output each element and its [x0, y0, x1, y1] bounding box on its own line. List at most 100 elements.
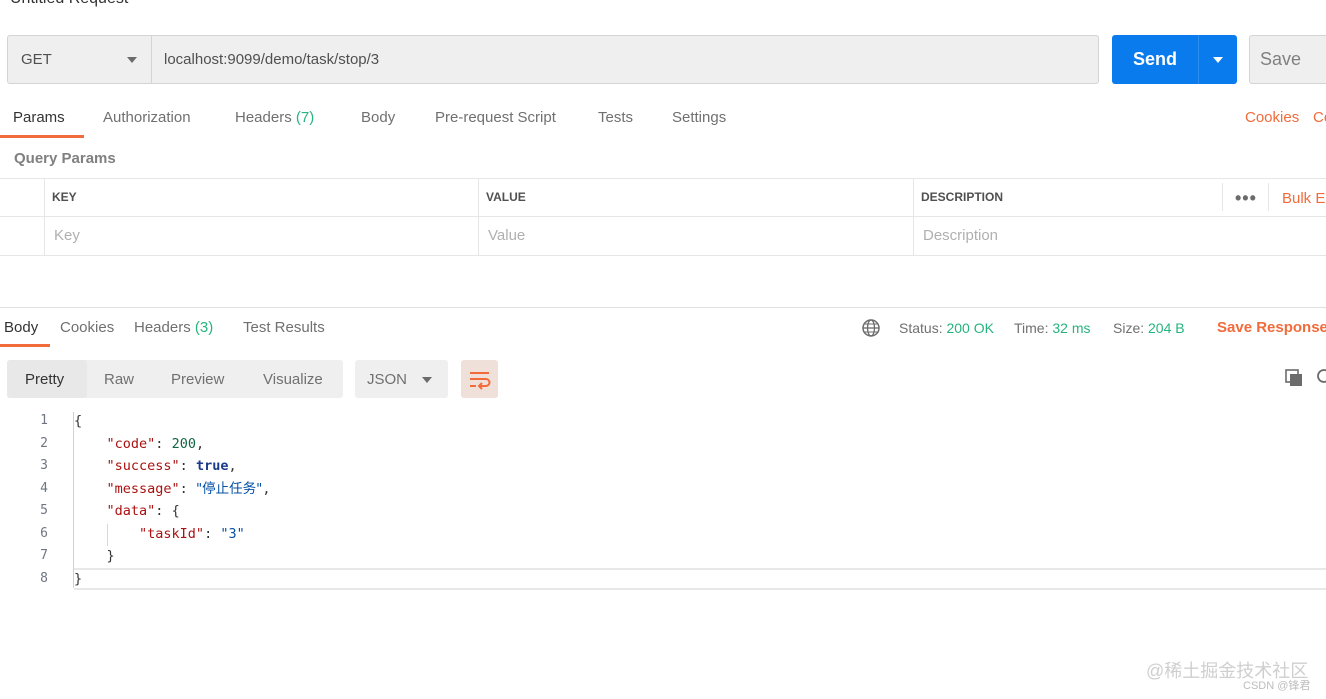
time-readout: Time: 32 ms	[1014, 320, 1091, 336]
line-number: 5	[40, 503, 48, 518]
request-tabs: Params Authorization Headers (7) Body Pr…	[0, 104, 1326, 138]
save-label: Save	[1260, 49, 1302, 69]
code-link[interactable]: Co	[1313, 109, 1326, 126]
copy-icon[interactable]	[1284, 368, 1304, 388]
send-options-button[interactable]	[1199, 56, 1237, 63]
time-value: 32 ms	[1052, 320, 1091, 336]
table-divider	[913, 178, 914, 255]
url-input[interactable]: localhost:9099/demo/task/stop/3	[151, 35, 1099, 84]
title-strip: Untitled Request	[0, 0, 1326, 8]
line-number: 2	[40, 435, 48, 451]
code-text: }	[74, 568, 82, 590]
code-text: {	[74, 410, 82, 432]
json-value: "停止任务"	[195, 480, 263, 497]
json-key: "taskId"	[139, 525, 205, 542]
format-label: JSON	[367, 371, 408, 388]
status-value: 200 OK	[946, 320, 994, 336]
chevron-down-icon	[127, 57, 137, 63]
query-params-title: Query Params	[14, 150, 116, 167]
tab-authorization[interactable]: Authorization	[103, 109, 191, 126]
bulk-edit-link[interactable]: Bulk Ed	[1282, 190, 1326, 207]
response-tab-test-results[interactable]: Test Results	[243, 319, 325, 336]
tab-body[interactable]: Body	[361, 109, 395, 126]
code-line: 3 "success": true,	[0, 455, 1326, 478]
tab-headers-label: Headers	[235, 109, 292, 126]
size-readout: Size: 204 B	[1113, 320, 1185, 336]
json-value: true	[195, 458, 229, 474]
response-divider	[0, 307, 1326, 308]
line-number: 6	[40, 525, 48, 541]
tab-tests[interactable]: Tests	[598, 109, 633, 126]
headers-count: (7)	[295, 109, 315, 126]
json-value: 200	[171, 435, 196, 452]
format-select[interactable]: JSON	[355, 360, 448, 398]
status-label: Status:	[899, 320, 943, 336]
code-line: 4 "message": "停止任务",	[0, 478, 1326, 501]
status-readout: Status: 200 OK	[899, 320, 994, 336]
code-line: 8}	[0, 568, 1326, 591]
tab-headers[interactable]: Headers (7)	[235, 109, 314, 126]
response-tab-cookies[interactable]: Cookies	[60, 319, 114, 336]
brace: }	[74, 570, 83, 587]
column-header-key: KEY	[52, 190, 77, 204]
description-input[interactable]: Description	[923, 227, 998, 244]
brace: }	[106, 548, 115, 564]
search-icon[interactable]	[1316, 368, 1326, 388]
column-header-value: VALUE	[486, 190, 526, 204]
table-border-bottom	[0, 255, 1326, 256]
json-key: "success"	[106, 458, 180, 474]
visualize-button[interactable]: Visualize	[263, 371, 323, 388]
code-text: "taskId": "3"	[139, 525, 245, 542]
request-title: Untitled Request	[10, 0, 128, 8]
tab-settings[interactable]: Settings	[672, 109, 726, 126]
json-key: "code"	[106, 435, 156, 452]
line-number: 1	[40, 413, 48, 428]
column-header-description: DESCRIPTION	[921, 190, 1004, 204]
code-line: 1{	[0, 410, 1326, 433]
key-input[interactable]: Key	[54, 227, 80, 244]
line-number: 7	[40, 548, 48, 563]
json-value: "3"	[220, 525, 245, 542]
json-key: "data"	[106, 503, 156, 519]
table-divider	[44, 178, 45, 255]
response-tab-headers[interactable]: Headers (3)	[134, 319, 213, 336]
cookies-link[interactable]: Cookies	[1245, 109, 1299, 126]
wrap-icon	[470, 372, 491, 390]
pretty-button[interactable]: Pretty	[25, 371, 64, 388]
preview-button[interactable]: Preview	[171, 371, 224, 388]
more-options-icon[interactable]: •••	[1235, 188, 1257, 209]
send-label: Send	[1132, 49, 1177, 69]
table-divider	[1268, 183, 1269, 211]
code-text: }	[74, 545, 115, 567]
save-response-button[interactable]: Save Response	[1217, 319, 1326, 336]
json-key: "message"	[106, 480, 180, 497]
code-line: 5 "data": {	[0, 500, 1326, 523]
value-input[interactable]: Value	[488, 227, 525, 244]
size-value: 204 B	[1148, 320, 1185, 336]
params-tab-indicator	[0, 135, 84, 138]
tab-prerequest-script[interactable]: Pre-request Script	[435, 109, 556, 126]
time-label: Time:	[1014, 320, 1049, 336]
watermark-sub: CSDN @锋君	[1243, 680, 1311, 692]
save-button[interactable]: Save	[1249, 35, 1326, 84]
table-divider	[1222, 183, 1223, 211]
method-select[interactable]: GET	[7, 35, 151, 84]
send-button[interactable]: Send	[1112, 35, 1237, 84]
response-tab-body[interactable]: Body	[4, 319, 38, 336]
method-label: GET	[21, 51, 52, 68]
code-line: 7 }	[0, 545, 1326, 568]
code-text: "code": 200,	[106, 435, 205, 452]
wrap-lines-button[interactable]	[461, 360, 498, 398]
brace: {	[74, 413, 83, 429]
url-text: localhost:9099/demo/task/stop/3	[164, 51, 380, 68]
response-headers-count: (3)	[194, 319, 214, 336]
globe-icon[interactable]	[861, 318, 881, 338]
chevron-down-icon	[422, 377, 432, 383]
line-number: 4	[40, 480, 48, 496]
raw-button[interactable]: Raw	[104, 371, 134, 388]
brace: {	[171, 503, 180, 519]
tab-params[interactable]: Params	[13, 109, 65, 126]
chevron-down-icon	[1213, 56, 1223, 63]
code-line: 2 "code": 200,	[0, 433, 1326, 456]
table-border-top	[0, 178, 1326, 179]
